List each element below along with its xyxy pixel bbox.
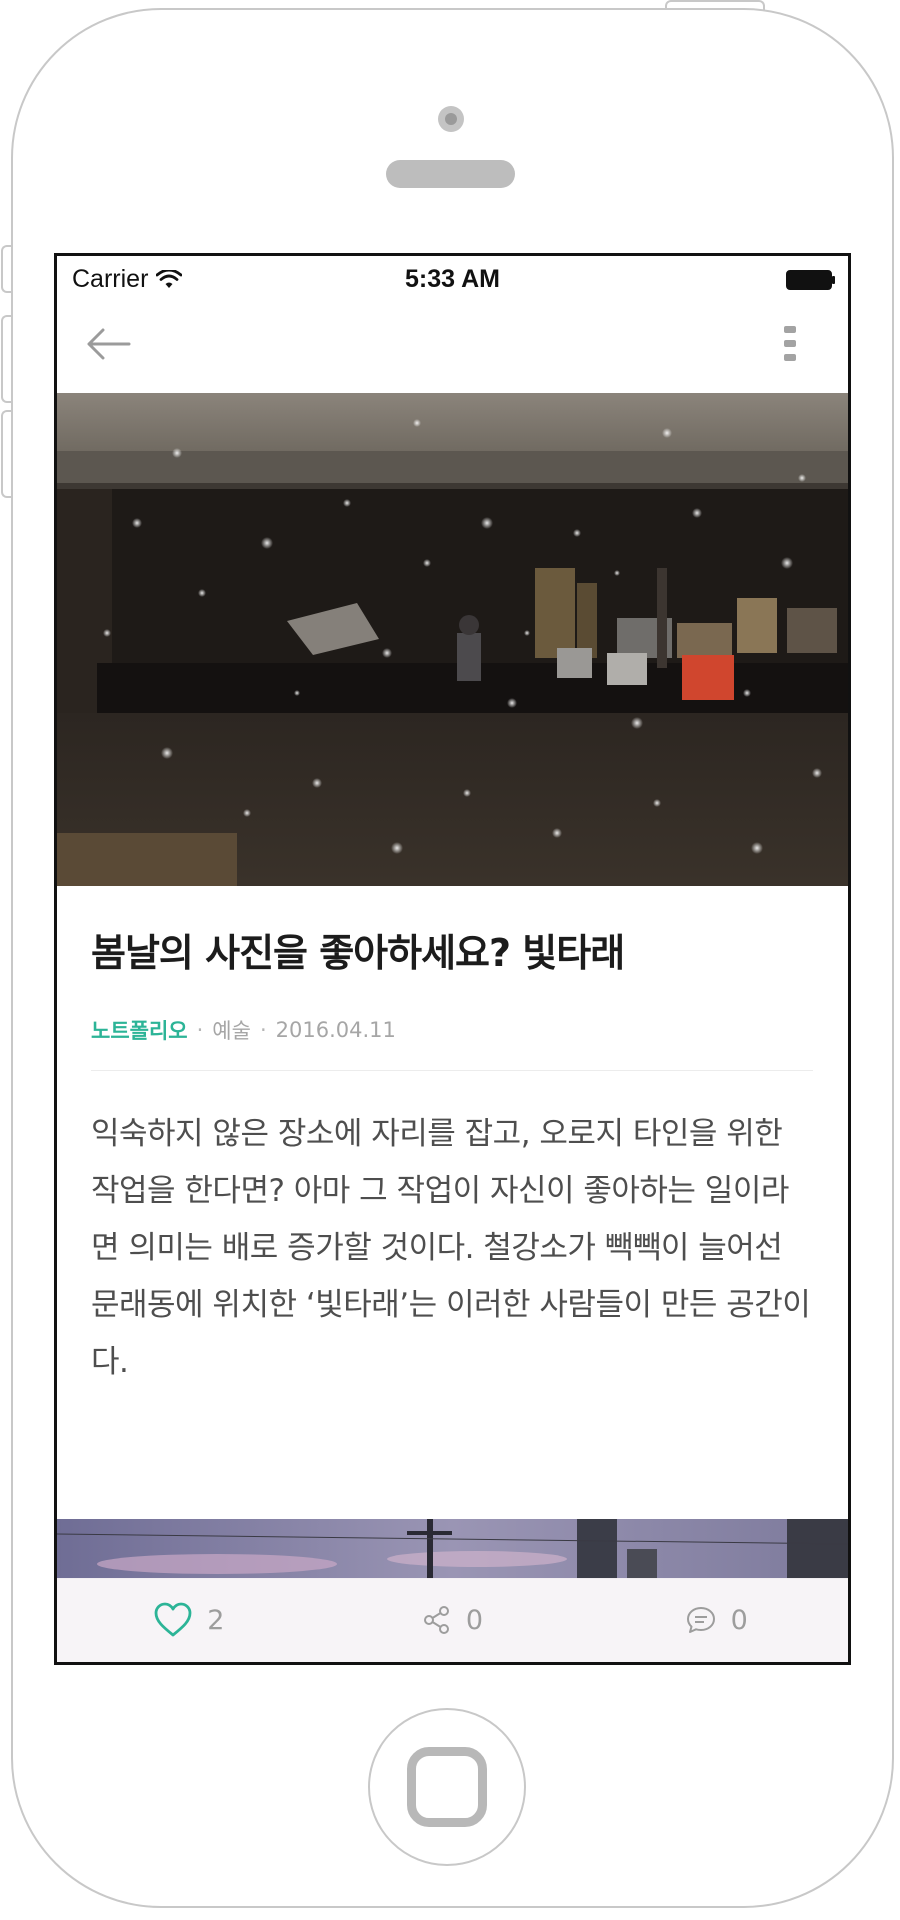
share-button[interactable]: 0 bbox=[321, 1578, 585, 1662]
comment-button[interactable]: 0 bbox=[584, 1578, 848, 1662]
divider bbox=[91, 1070, 813, 1071]
more-vertical-icon[interactable] bbox=[782, 324, 798, 364]
article-category[interactable]: 예술 bbox=[212, 1015, 251, 1045]
front-camera bbox=[438, 106, 464, 132]
volume-down-button bbox=[1, 410, 11, 498]
like-button[interactable]: 2 bbox=[57, 1578, 321, 1662]
meta-separator: · bbox=[196, 1018, 204, 1042]
article-body: 익숙하지 않은 장소에 자리를 잡고, 오로지 타인을 위한 작업을 한다면? … bbox=[91, 1116, 811, 1380]
home-square-icon bbox=[407, 1747, 487, 1827]
article-date: 2016.04.11 bbox=[275, 1018, 396, 1042]
status-time: 5:33 AM bbox=[405, 265, 500, 293]
navigation-bar bbox=[57, 296, 848, 393]
next-article-image[interactable] bbox=[57, 1519, 848, 1579]
action-bar: 2 0 0 bbox=[57, 1578, 848, 1662]
battery-full-icon bbox=[786, 270, 835, 290]
article-author-link[interactable]: 노트폴리오 bbox=[91, 1015, 188, 1045]
status-bar: Carrier 5:33 AM bbox=[57, 256, 848, 296]
share-count: 0 bbox=[465, 1604, 484, 1636]
phone-screen: Carrier 5:33 AM 봄날의 사진을 좋아하세요? 빛타래 노트폴리오… bbox=[54, 253, 851, 1665]
device-canvas: Carrier 5:33 AM 봄날의 사진을 좋아하세요? 빛타래 노트폴리오… bbox=[0, 0, 900, 1920]
share-icon bbox=[423, 1606, 449, 1634]
volume-up-button bbox=[1, 315, 11, 403]
earpiece-speaker bbox=[386, 160, 515, 188]
heart-icon bbox=[154, 1602, 192, 1637]
mute-switch bbox=[1, 245, 11, 293]
home-button[interactable] bbox=[368, 1708, 526, 1866]
comment-icon bbox=[686, 1607, 715, 1633]
meta-separator: · bbox=[259, 1018, 267, 1042]
article-content: 봄날의 사진을 좋아하세요? 빛타래 노트폴리오 · 예술 · 2016.04.… bbox=[91, 886, 813, 1422]
comment-count: 0 bbox=[730, 1604, 748, 1636]
like-count: 2 bbox=[207, 1604, 225, 1636]
arrow-left-icon[interactable] bbox=[85, 326, 131, 362]
hero-image bbox=[57, 393, 848, 886]
article-meta: 노트폴리오 · 예술 · 2016.04.11 bbox=[91, 1016, 813, 1044]
article-title: 봄날의 사진을 좋아하세요? 빛타래 bbox=[91, 931, 625, 975]
